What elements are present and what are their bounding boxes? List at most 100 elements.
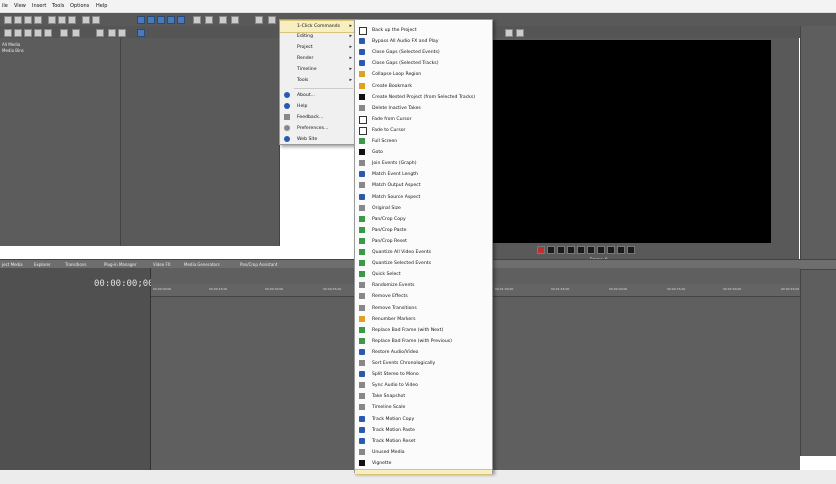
menu-item-command[interactable]: Match Event Length bbox=[355, 169, 492, 180]
menu-item-command[interactable]: Quick Select bbox=[355, 269, 492, 280]
save-icon[interactable] bbox=[24, 16, 32, 24]
menu-item-command[interactable]: Match Source Aspect bbox=[355, 192, 492, 203]
new-icon[interactable] bbox=[4, 16, 12, 24]
menu-item-command[interactable]: Bypass All Audio FX and Play bbox=[355, 36, 492, 47]
menu-item-command[interactable]: Sync Audio to Video bbox=[355, 380, 492, 391]
open-icon[interactable] bbox=[14, 16, 22, 24]
auto-preview-icon[interactable] bbox=[60, 29, 68, 37]
paste-icon[interactable] bbox=[68, 16, 76, 24]
play-icon[interactable] bbox=[567, 246, 575, 254]
menu-item-command[interactable]: Unused Media bbox=[355, 447, 492, 458]
menu-item-command[interactable]: Remove Transitions bbox=[355, 303, 492, 314]
copy-snapshot-icon[interactable] bbox=[516, 29, 524, 37]
menu-item-command[interactable]: Match Output Aspect bbox=[355, 180, 492, 191]
tab-plugin-manager[interactable]: Plug-in Manager bbox=[104, 262, 137, 267]
envelope-tool-icon[interactable] bbox=[147, 16, 155, 24]
play-start-icon[interactable] bbox=[557, 246, 565, 254]
menu-item-render[interactable]: Render ▸ bbox=[280, 53, 355, 64]
menu-item-command[interactable]: Goto bbox=[355, 147, 492, 158]
preview-quality-icon[interactable] bbox=[505, 29, 513, 37]
go-start-icon[interactable] bbox=[597, 246, 605, 254]
tree-item-media-bins[interactable]: Media Bins bbox=[2, 48, 24, 53]
menu-item-preferences[interactable]: Preferences... bbox=[280, 123, 355, 134]
menu-item-project[interactable]: Project ▸ bbox=[280, 42, 355, 53]
menu-item-command[interactable]: Pan/Crop Copy bbox=[355, 214, 492, 225]
menu-item-command[interactable]: Vignette bbox=[355, 458, 492, 469]
crossfades-icon[interactable] bbox=[231, 16, 239, 24]
menu-item-editing[interactable]: Editing ▸ bbox=[280, 31, 355, 42]
stop-icon[interactable] bbox=[587, 246, 595, 254]
copy-icon[interactable] bbox=[58, 16, 66, 24]
tree-item-all-media[interactable]: All Media bbox=[2, 42, 20, 47]
menu-item-command[interactable]: Pan/Crop Paste bbox=[355, 225, 492, 236]
menu-item-tools[interactable]: Tools ▸ bbox=[280, 75, 355, 86]
tab-pan-crop-assistant[interactable]: Pan/Crop Assistant bbox=[240, 262, 277, 267]
search-icon[interactable] bbox=[118, 29, 126, 37]
go-end-icon[interactable] bbox=[607, 246, 615, 254]
media-fx-icon[interactable] bbox=[44, 29, 52, 37]
menu-item-about[interactable]: About... bbox=[280, 90, 355, 101]
capture-icon[interactable] bbox=[14, 29, 22, 37]
menu-item-command[interactable]: Close Gaps (Selected Events) bbox=[355, 47, 492, 58]
menu-item-command[interactable]: Timeline Scale bbox=[355, 402, 492, 413]
menu-item-command[interactable]: Pan/Crop Reset bbox=[355, 236, 492, 247]
tab-media-generators[interactable]: Media Generators bbox=[184, 262, 220, 267]
undo-icon[interactable] bbox=[82, 16, 90, 24]
menu-item-command[interactable]: Full Screen bbox=[355, 136, 492, 147]
loop-icon[interactable] bbox=[547, 246, 555, 254]
menu-item-command[interactable]: Track Motion Copy bbox=[355, 414, 492, 425]
menu-item-command-partial[interactable] bbox=[355, 469, 492, 475]
menu-item-command[interactable]: Fade to Cursor bbox=[355, 125, 492, 136]
tab-explorer[interactable]: Explorer bbox=[34, 262, 51, 267]
menu-item-web-site[interactable]: Web Site bbox=[280, 134, 355, 145]
menu-item-command[interactable]: Track Motion Paste bbox=[355, 425, 492, 436]
view-dropdown-icon[interactable] bbox=[137, 29, 145, 37]
menu-item-command[interactable]: Original Size bbox=[355, 203, 492, 214]
edit-tool-icon[interactable] bbox=[137, 16, 145, 24]
menu-item-command[interactable]: Quantize All Video Events bbox=[355, 247, 492, 258]
menu-tools[interactable]: Tools bbox=[52, 3, 64, 9]
auto-ripple-icon[interactable] bbox=[193, 16, 201, 24]
menu-item-command[interactable]: Remove Effects bbox=[355, 291, 492, 302]
menu-item-command[interactable]: Take Snapshot bbox=[355, 391, 492, 402]
menu-item-command[interactable]: Back up the Project bbox=[355, 25, 492, 36]
zoom-tool-icon[interactable] bbox=[167, 16, 175, 24]
menu-item-timeline[interactable]: Timeline ▸ bbox=[280, 64, 355, 75]
menu-item-command[interactable]: Quantize Selected Events bbox=[355, 258, 492, 269]
menu-options[interactable]: Options bbox=[70, 3, 89, 9]
lock-envelopes-icon[interactable] bbox=[205, 16, 213, 24]
import-media-icon[interactable] bbox=[4, 29, 12, 37]
menu-item-command[interactable]: Split Stereo to Mono bbox=[355, 369, 492, 380]
pause-icon[interactable] bbox=[577, 246, 585, 254]
tags-icon[interactable] bbox=[108, 29, 116, 37]
what-this-icon[interactable] bbox=[255, 16, 263, 24]
menu-insert[interactable]: Insert bbox=[32, 3, 46, 9]
redo-icon[interactable] bbox=[92, 16, 100, 24]
selection-tool-icon[interactable] bbox=[157, 16, 165, 24]
menu-item-command[interactable]: Join Events (Graph) bbox=[355, 158, 492, 169]
menu-item-feedback[interactable]: Feedback... bbox=[280, 112, 355, 123]
menu-item-command[interactable]: Randomize Events bbox=[355, 280, 492, 291]
start-preview-icon[interactable] bbox=[72, 29, 80, 37]
menu-help[interactable]: Help bbox=[96, 3, 107, 9]
views-icon[interactable] bbox=[96, 29, 104, 37]
tab-transitions[interactable]: Transitions bbox=[65, 262, 86, 267]
menu-item-command[interactable]: Replace Bad Frame (with Next) bbox=[355, 325, 492, 336]
ignore-grouping-icon[interactable] bbox=[219, 16, 227, 24]
help-icon[interactable] bbox=[268, 16, 276, 24]
next-frame-icon[interactable] bbox=[627, 246, 635, 254]
menu-item-command[interactable]: Track Motion Reset bbox=[355, 436, 492, 447]
tab-video-fx[interactable]: Video FX bbox=[153, 262, 171, 267]
snapping-icon[interactable] bbox=[177, 16, 185, 24]
menu-item-command[interactable]: Replace Bad Frame (with Previous) bbox=[355, 336, 492, 347]
menu-file[interactable]: ile bbox=[2, 3, 8, 9]
menu-item-command[interactable]: Close Gaps (Selected Tracks) bbox=[355, 58, 492, 69]
cut-icon[interactable] bbox=[48, 16, 56, 24]
menu-item-command[interactable]: Create Bookmark bbox=[355, 81, 492, 92]
prev-frame-icon[interactable] bbox=[617, 246, 625, 254]
menu-view[interactable]: View bbox=[14, 3, 26, 9]
menu-item-command[interactable]: Renumber Markers bbox=[355, 314, 492, 325]
menu-item-command[interactable]: Sort Events Chronologically bbox=[355, 358, 492, 369]
get-media-icon[interactable] bbox=[24, 29, 32, 37]
menu-item-command[interactable]: Delete Inactive Takes bbox=[355, 103, 492, 114]
